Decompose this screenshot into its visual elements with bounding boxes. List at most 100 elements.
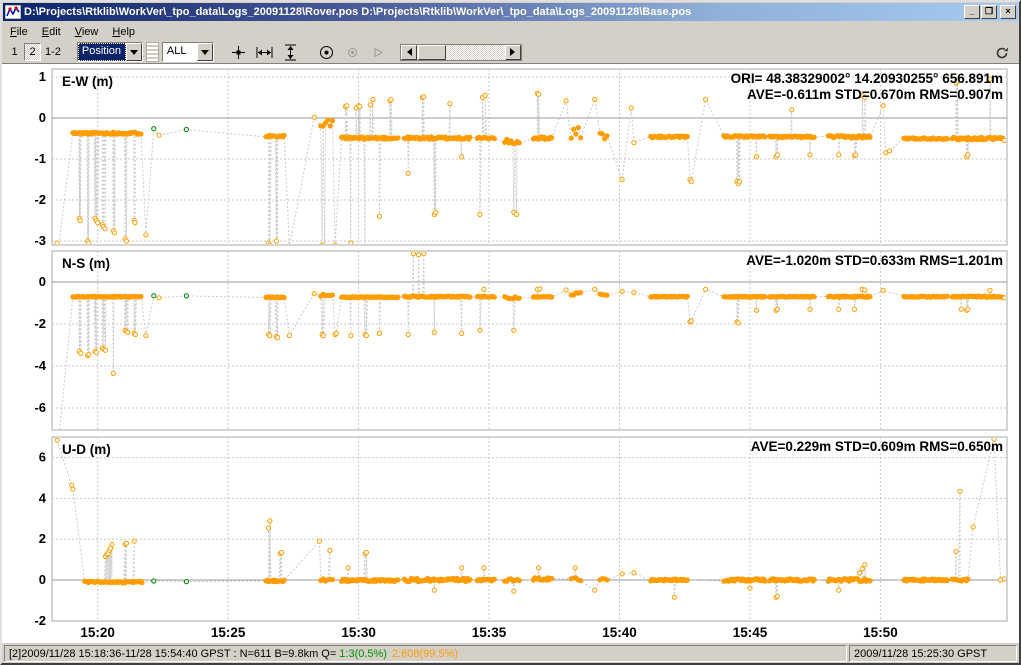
data-point xyxy=(593,287,597,291)
x-tick-label: 15:40 xyxy=(602,625,637,640)
data-point xyxy=(317,539,321,543)
maximize-button[interactable]: ❐ xyxy=(981,5,997,19)
data-point xyxy=(460,155,464,159)
data-point xyxy=(576,126,580,130)
menu-edit[interactable]: Edit xyxy=(35,24,68,40)
data-point xyxy=(434,210,438,214)
data-point xyxy=(460,331,464,335)
data-point xyxy=(550,136,554,140)
data-point xyxy=(312,115,316,119)
track-center-button[interactable] xyxy=(341,42,365,62)
y-tick-label: 1 xyxy=(39,69,46,84)
data-point xyxy=(966,307,970,311)
data-point xyxy=(282,133,286,137)
data-point xyxy=(512,328,516,332)
fit-horizontal-button[interactable] xyxy=(253,42,277,62)
menu-view[interactable]: View xyxy=(68,24,106,40)
x-tick-label: 15:25 xyxy=(211,625,246,640)
data-point xyxy=(140,581,144,585)
data-point xyxy=(478,328,482,332)
data-point xyxy=(468,295,472,299)
data-point xyxy=(868,295,872,299)
scroll-left-icon[interactable] xyxy=(401,45,417,60)
data-point xyxy=(184,294,188,298)
panel-title: N-S (m) xyxy=(62,256,110,271)
y-tick-label: -6 xyxy=(34,400,46,415)
center-origin-button[interactable] xyxy=(315,42,339,62)
panel-ns-data xyxy=(55,252,1006,443)
chevron-down-icon[interactable] xyxy=(197,43,213,61)
data-point xyxy=(564,288,568,292)
animate-play-button[interactable] xyxy=(367,42,391,62)
data-point xyxy=(124,239,128,243)
data-point xyxy=(282,578,286,582)
data-point xyxy=(330,578,334,582)
data-point xyxy=(364,334,368,338)
data-point xyxy=(330,119,334,123)
data-point xyxy=(954,549,958,553)
data-point xyxy=(573,566,577,570)
data-point xyxy=(837,588,841,592)
data-point xyxy=(620,289,624,293)
data-point xyxy=(593,97,597,101)
data-point xyxy=(268,334,272,338)
menu-file[interactable]: File xyxy=(3,24,35,40)
obs-filter-select[interactable]: ALL xyxy=(162,42,214,62)
data-point xyxy=(763,135,767,139)
data-point xyxy=(868,135,872,139)
data-point xyxy=(157,133,161,137)
plot-type-select[interactable]: Position xyxy=(77,42,143,62)
data-point xyxy=(517,141,521,145)
data-point xyxy=(358,104,362,108)
time-scrollbar[interactable] xyxy=(400,44,522,61)
rtkplot-window: D:\Projects\Rtklib\WorkVer\_tpo_data\Log… xyxy=(0,0,1021,665)
plot1-button[interactable]: 1 xyxy=(6,43,23,61)
data-point xyxy=(152,294,156,298)
data-point xyxy=(945,294,949,298)
plot-area[interactable]: 10-1-2-3E-W (m)ORI= 48.38329002° 14.2093… xyxy=(2,64,1019,643)
fit-vertical-button[interactable] xyxy=(279,42,303,62)
splitter-handle[interactable] xyxy=(146,42,159,62)
data-point xyxy=(482,287,486,291)
status-q2-count: 2:608(99.5%) xyxy=(392,648,458,660)
scroll-right-icon[interactable] xyxy=(505,45,521,60)
data-point xyxy=(55,438,59,442)
x-tick-label: 15:45 xyxy=(733,625,768,640)
data-point xyxy=(600,132,604,136)
data-point xyxy=(858,571,862,575)
close-button[interactable]: × xyxy=(1000,5,1016,19)
data-point xyxy=(328,124,332,128)
data-point xyxy=(330,293,334,297)
data-point xyxy=(1002,138,1006,142)
data-point xyxy=(78,218,82,222)
panel-stats: AVE=0.229m STD=0.609m RMS=0.650m xyxy=(751,439,1003,454)
data-point xyxy=(863,563,867,567)
title-bar[interactable]: D:\Projects\Rtklib\WorkVer\_tpo_data\Log… xyxy=(3,3,1018,21)
data-point xyxy=(605,293,609,297)
data-point xyxy=(945,137,949,141)
data-point xyxy=(71,487,75,491)
refresh-button[interactable] xyxy=(990,43,1014,63)
minimize-button[interactable]: _ xyxy=(964,5,980,19)
plot12-button[interactable]: 1-2 xyxy=(42,43,64,61)
data-point xyxy=(704,287,708,291)
plot2-button[interactable]: 2 xyxy=(24,43,41,61)
data-point xyxy=(280,550,284,554)
obs-filter-value: ALL xyxy=(163,43,197,61)
data-point xyxy=(139,294,143,298)
data-point xyxy=(133,332,137,336)
fit-center-button[interactable] xyxy=(227,42,251,62)
plot-svg[interactable]: 10-1-2-3E-W (m)ORI= 48.38329002° 14.2093… xyxy=(4,65,1017,643)
data-point xyxy=(111,371,115,375)
data-point xyxy=(468,135,472,139)
scrollbar-thumb[interactable] xyxy=(418,45,446,60)
data-point xyxy=(492,577,496,581)
data-point xyxy=(364,550,368,554)
chevron-down-icon[interactable] xyxy=(126,43,142,61)
data-point xyxy=(422,252,426,256)
menu-help[interactable]: Help xyxy=(105,24,142,40)
data-point xyxy=(685,135,689,139)
center-origin-icon xyxy=(319,45,334,60)
data-point xyxy=(321,334,325,338)
data-point xyxy=(152,579,156,583)
